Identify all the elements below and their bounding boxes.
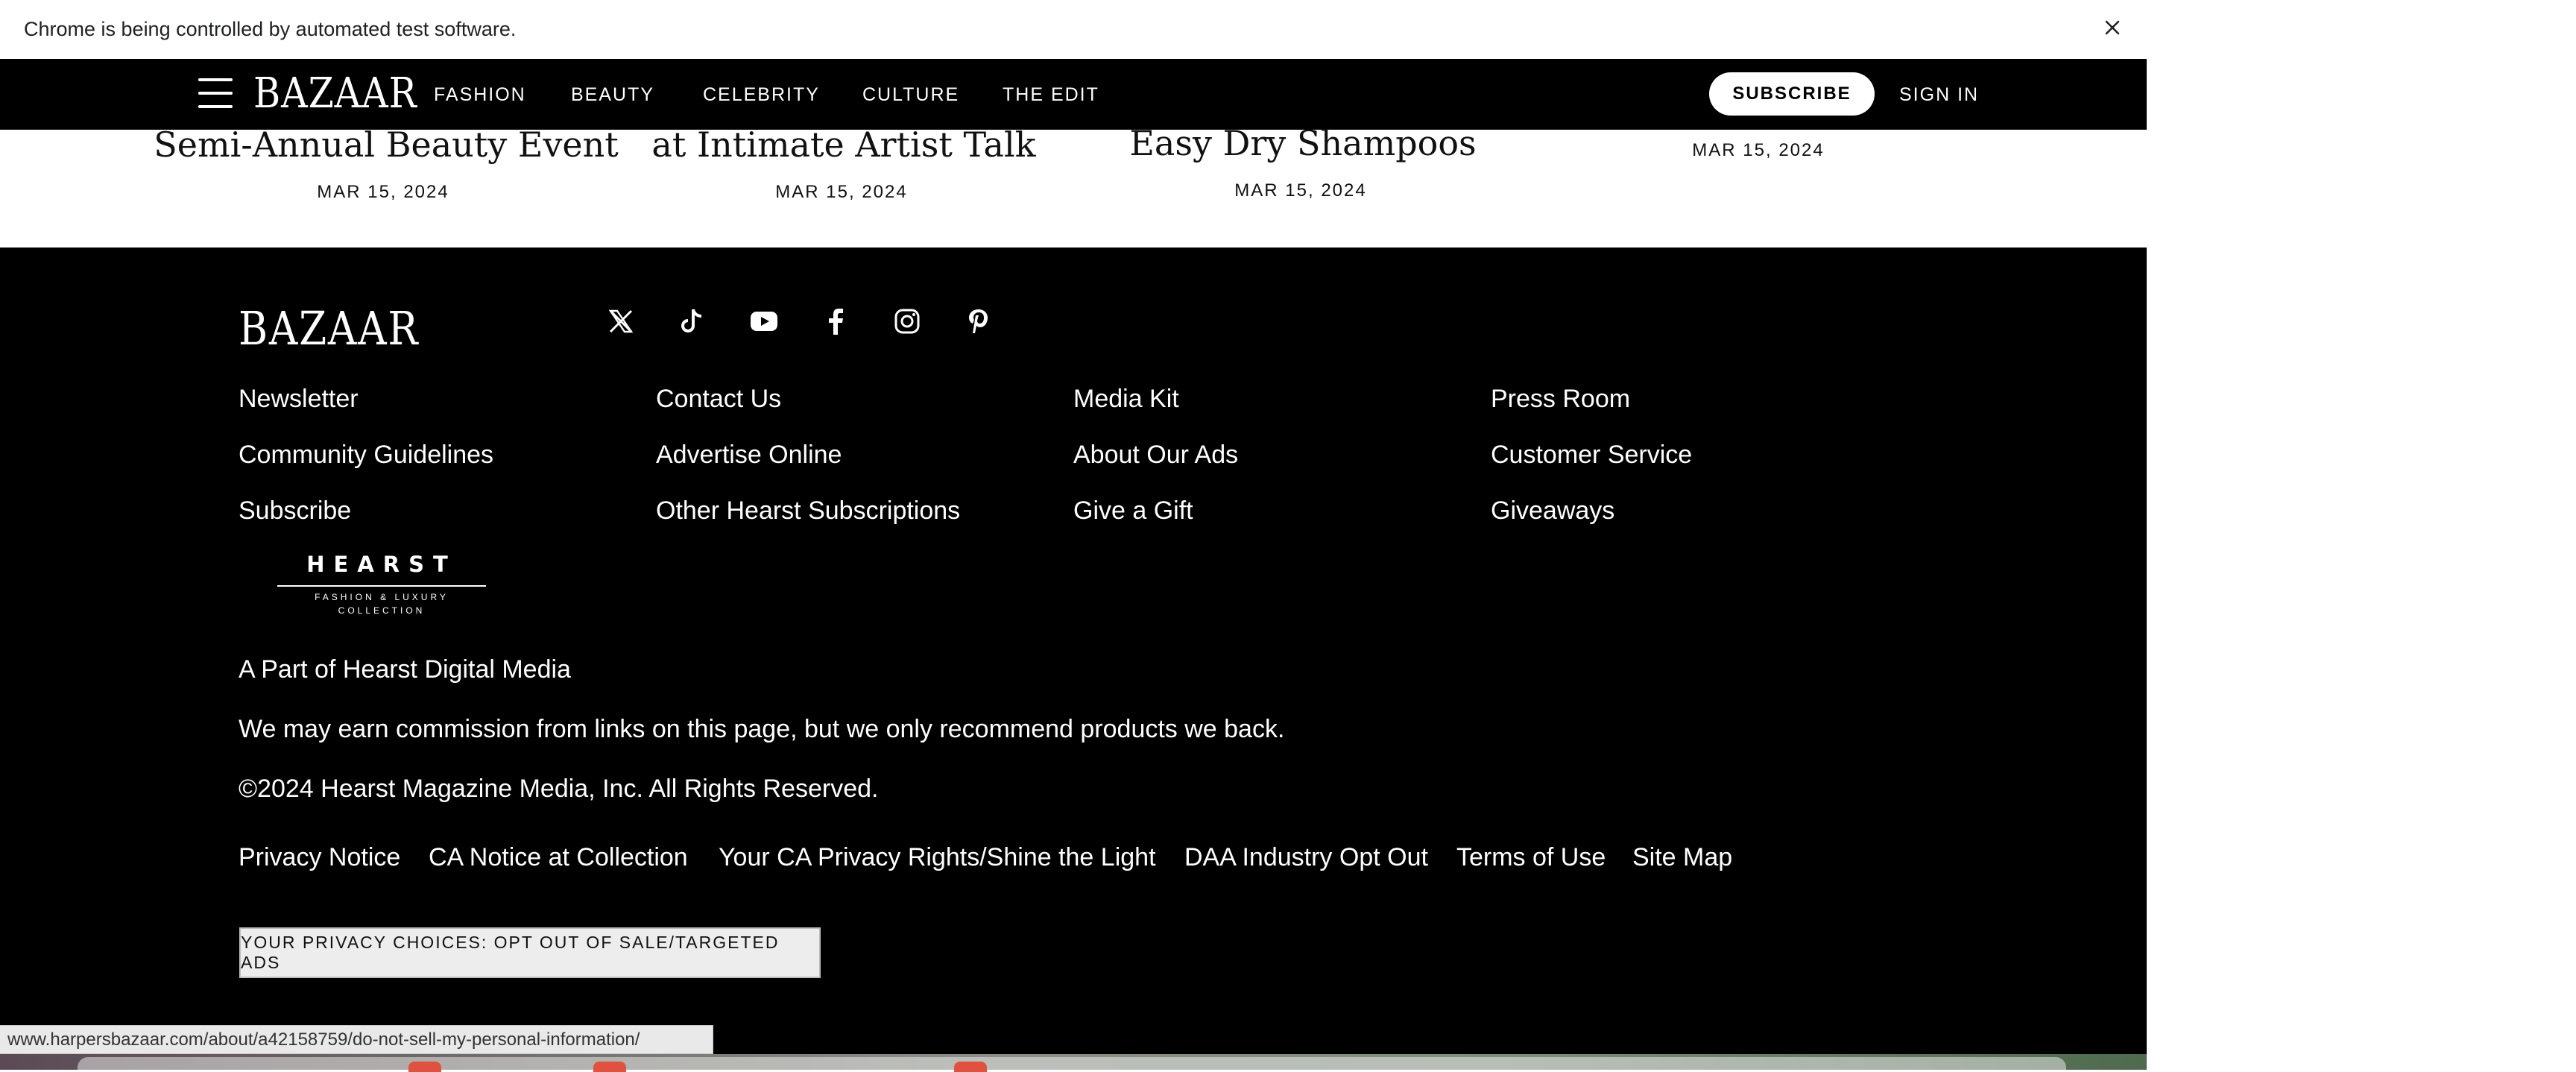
- article-date: MAR 15, 2024: [317, 182, 449, 202]
- privacy-choices-button[interactable]: YOUR PRIVACY CHOICES: OPT OUT OF SALE/TA…: [239, 927, 821, 978]
- footer-link-newsletter[interactable]: Newsletter: [239, 385, 359, 414]
- hearst-logo-rule: [277, 585, 486, 587]
- site-header: BAZAAR FASHION BEAUTY CELEBRITY CULTURE …: [0, 59, 2147, 130]
- infobar-message: Chrome is being controlled by automated …: [24, 17, 517, 40]
- article-date: MAR 15, 2024: [1234, 180, 1367, 201]
- legal-link-privacy-notice[interactable]: Privacy Notice: [239, 843, 400, 872]
- dock-app-icon[interactable]: [408, 1062, 441, 1072]
- pinterest-icon[interactable]: [963, 306, 994, 337]
- hearst-logo-line1: FASHION & LUXURY: [315, 592, 449, 602]
- nav-beauty[interactable]: BEAUTY: [571, 84, 654, 106]
- footer-link-press-room[interactable]: Press Room: [1491, 385, 1630, 414]
- legal-link-daa-opt-out[interactable]: DAA Industry Opt Out: [1184, 843, 1428, 872]
- bazaar-logo[interactable]: BAZAAR: [253, 69, 417, 118]
- footer-link-community-guidelines[interactable]: Community Guidelines: [239, 441, 493, 470]
- copyright-text: ©2024 Hearst Magazine Media, Inc. All Ri…: [239, 775, 879, 803]
- legal-link-ca-privacy-rights[interactable]: Your CA Privacy Rights/Shine the Light: [719, 843, 1156, 872]
- article-date: MAR 15, 2024: [775, 182, 908, 202]
- article-title[interactable]: Easy Dry Shampoos: [1129, 123, 1476, 163]
- dock-app-icon[interactable]: [954, 1062, 987, 1072]
- instagram-icon[interactable]: [891, 306, 923, 337]
- article-title[interactable]: Semi-Annual Beauty Event: [154, 124, 619, 165]
- subscribe-button[interactable]: SUBSCRIBE: [1709, 72, 1875, 116]
- footer-link-about-our-ads[interactable]: About Our Ads: [1073, 441, 1238, 470]
- hearst-logo[interactable]: HEARST FASHION & LUXURY COLLECTION: [277, 552, 486, 622]
- sign-in-link[interactable]: SIGN IN: [1899, 84, 1979, 106]
- dock-app-icon[interactable]: [593, 1062, 626, 1072]
- youtube-icon[interactable]: [748, 306, 780, 337]
- part-of-hearst-text: A Part of Hearst Digital Media: [239, 655, 571, 684]
- tiktok-icon[interactable]: [677, 306, 708, 337]
- legal-link-ca-notice[interactable]: CA Notice at Collection: [429, 843, 688, 872]
- footer-link-give-a-gift[interactable]: Give a Gift: [1073, 496, 1193, 526]
- nav-celebrity[interactable]: CELEBRITY: [703, 84, 820, 106]
- site-footer: BAZAAR Newsletter Community Guidelines S…: [0, 247, 2147, 1070]
- close-icon[interactable]: [2097, 13, 2127, 42]
- legal-link-site-map[interactable]: Site Map: [1632, 843, 1732, 872]
- window-background: [2147, 0, 2576, 1070]
- menu-icon[interactable]: [195, 74, 236, 113]
- footer-link-subscribe[interactable]: Subscribe: [239, 496, 351, 526]
- nav-culture[interactable]: CULTURE: [862, 84, 959, 106]
- nav-fashion[interactable]: FASHION: [434, 84, 526, 106]
- footer-link-media-kit[interactable]: Media Kit: [1073, 385, 1179, 414]
- footer-link-other-hearst-subscriptions[interactable]: Other Hearst Subscriptions: [656, 496, 960, 526]
- footer-link-advertise-online[interactable]: Advertise Online: [656, 441, 842, 470]
- facebook-icon[interactable]: [820, 306, 851, 337]
- footer-bazaar-logo[interactable]: BAZAAR: [239, 301, 419, 356]
- footer-link-contact-us[interactable]: Contact Us: [656, 385, 781, 414]
- article-title[interactable]: at Intimate Artist Talk: [651, 124, 1035, 165]
- hearst-logo-word: HEARST: [306, 552, 457, 577]
- dock: [78, 1057, 2066, 1070]
- article-date: MAR 15, 2024: [1692, 140, 1825, 160]
- footer-link-customer-service[interactable]: Customer Service: [1491, 441, 1692, 470]
- hearst-logo-line2: COLLECTION: [338, 605, 426, 616]
- legal-link-terms-of-use[interactable]: Terms of Use: [1456, 843, 1606, 872]
- status-url-bubble: www.harpersbazaar.com/about/a42158759/do…: [0, 1025, 713, 1054]
- footer-link-giveaways[interactable]: Giveaways: [1491, 496, 1614, 526]
- nav-the-edit[interactable]: THE EDIT: [1003, 84, 1099, 106]
- automation-infobar: Chrome is being controlled by automated …: [0, 0, 2147, 58]
- x-icon[interactable]: [605, 306, 637, 337]
- commission-disclaimer: We may earn commission from links on thi…: [239, 715, 1285, 743]
